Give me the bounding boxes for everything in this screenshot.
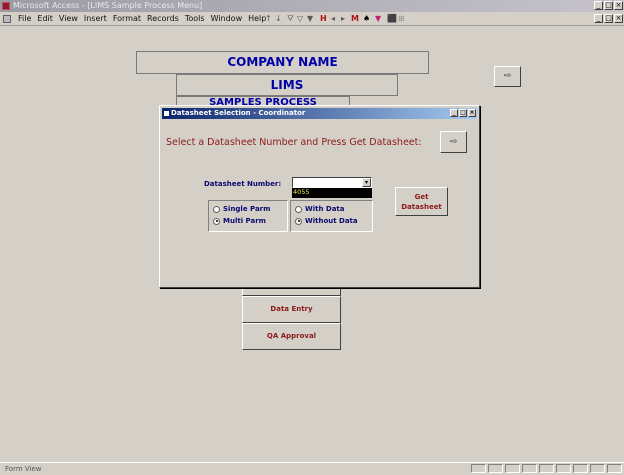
dialog-title: Datasheet Selection - Coordinator (171, 109, 306, 117)
sort-ascending-icon[interactable]: ↑ (265, 14, 272, 24)
datasheet-dropdown-list: 4055 (292, 188, 372, 198)
multi-parm-radio[interactable] (213, 217, 220, 225)
dialog-form-icon (164, 111, 169, 116)
menu-format[interactable]: Format (110, 13, 144, 25)
get-datasheet-label-line2: Datasheet (401, 203, 442, 211)
first-record-icon[interactable]: H (320, 14, 327, 24)
minimize-button[interactable]: _ (594, 1, 603, 10)
status-indicator (607, 464, 622, 473)
status-indicator (488, 464, 503, 473)
get-datasheet-button[interactable]: Get Datasheet (395, 187, 448, 216)
form-document-icon[interactable] (3, 15, 11, 23)
menu-bar: File Edit View Insert Format Records Too… (0, 12, 624, 26)
status-indicator (505, 464, 520, 473)
status-text: Form View (5, 465, 42, 473)
get-datasheet-label-line1: Get (414, 193, 429, 201)
exit-door-icon: ⇨ (449, 137, 458, 147)
datasheet-number-combo[interactable]: ▾ (292, 177, 372, 188)
with-data-radio[interactable] (295, 205, 302, 213)
menu-records[interactable]: Records (144, 13, 182, 25)
document-window-controls: _ □ × (594, 14, 623, 23)
data-option-group: With Data Without Data (290, 200, 373, 232)
apply-filter-icon[interactable]: ▼ (307, 14, 313, 24)
datasheet-number-label: Datasheet Number: (204, 180, 282, 188)
lims-label: LIMS (176, 74, 398, 96)
menu-edit[interactable]: Edit (34, 13, 56, 25)
new-record-icon[interactable]: ▼ (375, 14, 381, 24)
menu-file[interactable]: File (15, 13, 34, 25)
dialog-prompt: Select a Datasheet Number and Press Get … (166, 137, 422, 148)
database-window-icon[interactable]: ⊞ (398, 14, 405, 24)
combo-dropdown-arrow[interactable]: ▾ (362, 178, 371, 187)
single-parm-option[interactable]: Single Parm (213, 205, 270, 213)
menu-tools[interactable]: Tools (182, 13, 208, 25)
delete-record-icon[interactable]: ⬛ (387, 14, 397, 24)
window-controls: _ □ × (594, 1, 623, 10)
doc-restore-button[interactable]: □ (604, 14, 613, 23)
menu-insert[interactable]: Insert (81, 13, 110, 25)
qa-approval-button[interactable]: QA Approval (242, 323, 341, 350)
single-parm-label: Single Parm (223, 205, 271, 213)
exit-door-icon: ⇨ (503, 71, 512, 81)
multi-parm-label: Multi Parm (223, 217, 266, 225)
window-title-bar: Microsoft Access - [LIMS Sample Process … (0, 0, 624, 12)
doc-close-button[interactable]: × (614, 14, 623, 23)
company-name-label: COMPANY NAME (136, 51, 429, 74)
status-indicator (539, 464, 554, 473)
find-binoculars-icon[interactable]: ♠ (363, 14, 370, 24)
last-record-icon[interactable]: M (351, 14, 359, 24)
filter-by-selection-icon[interactable]: ⛛ (287, 14, 294, 24)
with-data-label: With Data (305, 205, 345, 213)
without-data-option[interactable]: Without Data (295, 217, 358, 225)
status-indicator (573, 464, 588, 473)
status-indicator (522, 464, 537, 473)
dialog-maximize-button[interactable]: □ (459, 109, 467, 117)
with-data-option[interactable]: With Data (295, 205, 345, 213)
menu-items: File Edit View Insert Format Records Too… (15, 13, 269, 25)
datasheet-selection-dialog: Datasheet Selection - Coordinator _ □ × … (159, 105, 480, 288)
without-data-radio[interactable] (295, 217, 302, 225)
menu-window[interactable]: Window (208, 13, 246, 25)
maximize-button[interactable]: □ (604, 1, 613, 10)
previous-record-icon[interactable]: ◂ (331, 14, 335, 24)
status-indicator (556, 464, 571, 473)
dialog-close-button[interactable]: × (468, 109, 476, 117)
exit-form-button[interactable]: ⇨ (494, 66, 521, 87)
status-indicators (471, 464, 622, 473)
access-app-icon (2, 2, 10, 10)
window-title: Microsoft Access - [LIMS Sample Process … (13, 1, 203, 10)
status-bar: Form View (0, 462, 624, 475)
dialog-controls: _ □ × (450, 109, 476, 117)
menu-view[interactable]: View (56, 13, 81, 25)
data-entry-button[interactable]: Data Entry (242, 296, 341, 323)
status-indicator (471, 464, 486, 473)
close-button[interactable]: × (614, 1, 623, 10)
dropdown-option[interactable]: 4055 (293, 188, 372, 197)
filter-by-form-icon[interactable]: ▽ (297, 14, 303, 24)
dialog-minimize-button[interactable]: _ (450, 109, 458, 117)
dialog-exit-button[interactable]: ⇨ (440, 131, 467, 153)
status-indicator (590, 464, 605, 473)
multi-parm-option[interactable]: Multi Parm (213, 217, 266, 225)
without-data-label: Without Data (305, 217, 358, 225)
next-record-icon[interactable]: ▸ (341, 14, 345, 24)
dialog-title-bar: Datasheet Selection - Coordinator _ □ × (162, 108, 477, 119)
parm-option-group: Single Parm Multi Parm (208, 200, 288, 232)
doc-minimize-button[interactable]: _ (594, 14, 603, 23)
single-parm-radio[interactable] (213, 205, 220, 213)
sort-descending-icon[interactable]: ↓ (275, 14, 282, 24)
